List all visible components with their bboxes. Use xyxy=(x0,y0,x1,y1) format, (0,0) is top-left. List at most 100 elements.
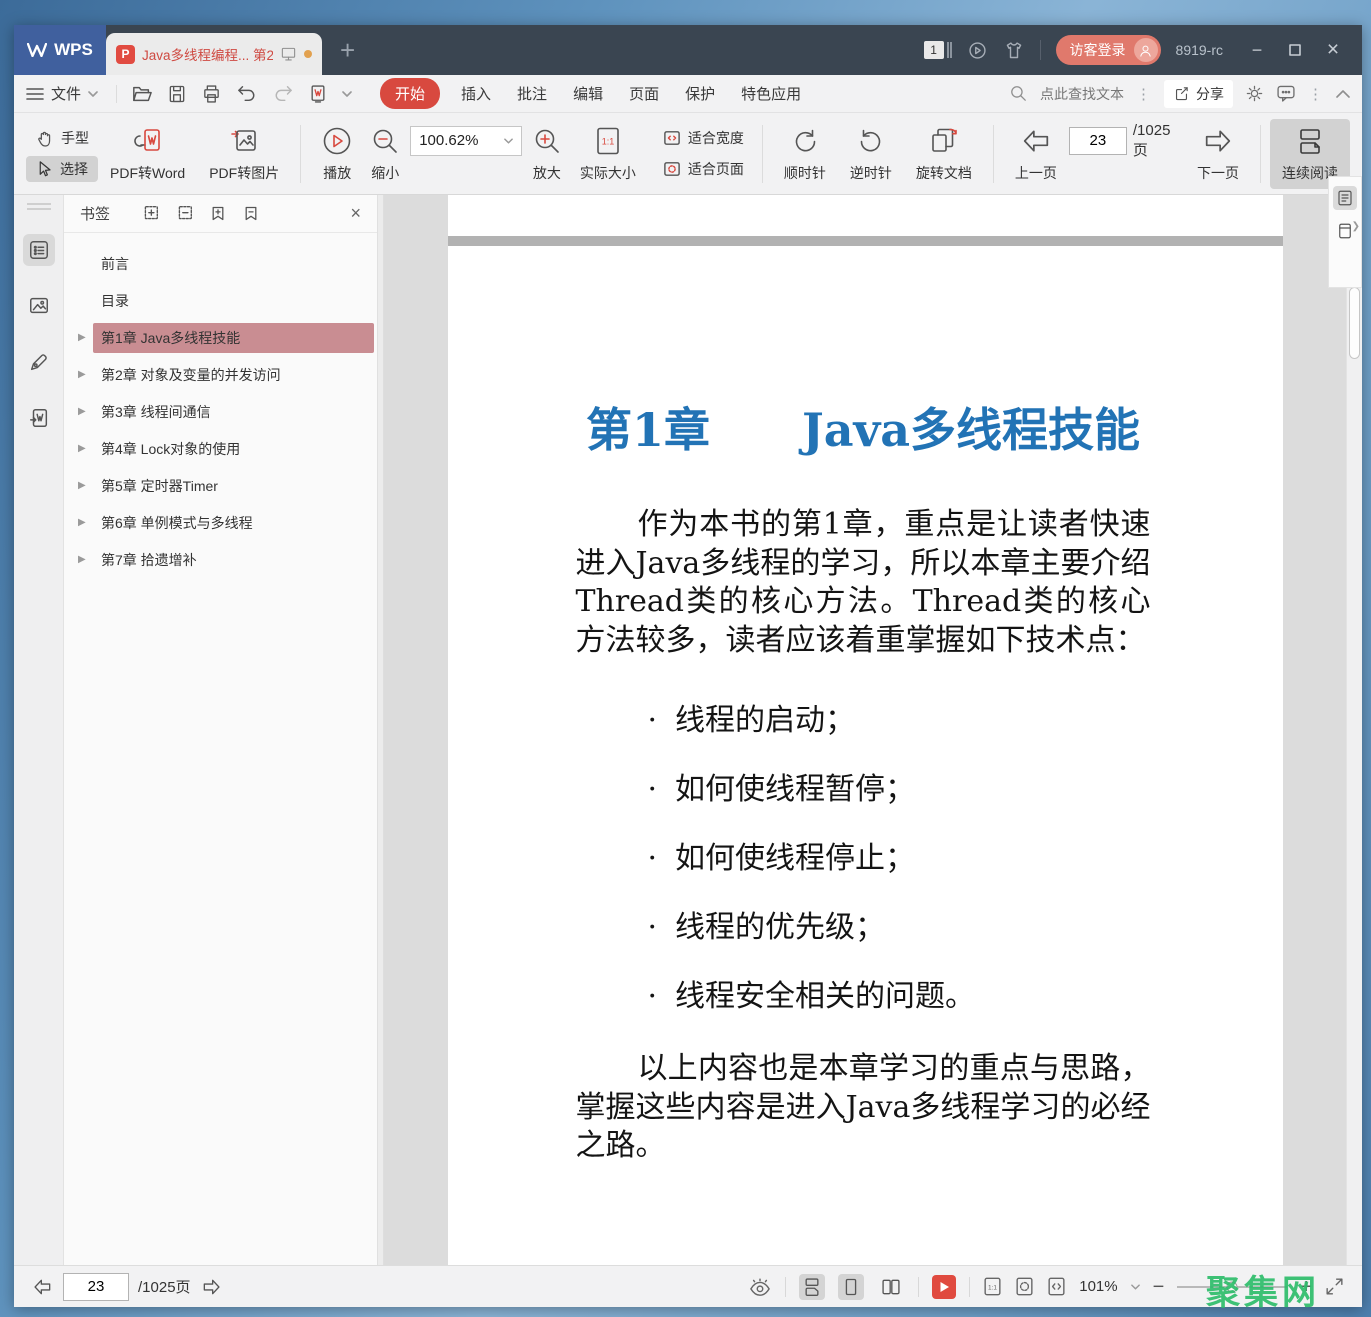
open-documents-count[interactable]: 1 xyxy=(924,41,952,59)
theme-skin-icon[interactable] xyxy=(1003,40,1025,61)
play-button[interactable]: 播放 xyxy=(310,125,364,183)
zoom-options-caret-icon[interactable] xyxy=(1131,1284,1140,1290)
statusbar-fit-width-icon[interactable] xyxy=(1047,1276,1066,1297)
statusbar-next-page-icon[interactable] xyxy=(200,1277,222,1297)
expand-arrow-icon[interactable]: ▶ xyxy=(78,480,93,491)
statusbar-zoom-value[interactable]: 101% xyxy=(1079,1278,1117,1295)
statusbar-fit-page-icon[interactable] xyxy=(1015,1276,1034,1297)
document-viewport[interactable]: 第1章 Java多线程技能 作为本书的第1章，重点是让读者快速进入Java多线程… xyxy=(384,195,1346,1265)
menu-tab[interactable]: 插入 xyxy=(461,78,491,109)
expand-arrow-icon[interactable]: ▶ xyxy=(78,369,93,380)
expand-arrow-icon[interactable]: ▶ xyxy=(78,406,93,417)
add-bookmark-icon[interactable] xyxy=(210,205,226,222)
collapse-ribbon-icon[interactable] xyxy=(1336,89,1350,98)
fit-page-button[interactable]: 适合页面 xyxy=(654,156,753,182)
maximize-button[interactable] xyxy=(1276,44,1314,56)
statusbar-play-button[interactable] xyxy=(932,1275,956,1299)
menu-tab[interactable]: 特色应用 xyxy=(741,78,801,109)
bookmarks-panel-button[interactable] xyxy=(23,234,55,266)
statusbar-actual-size-icon[interactable]: 1:1 xyxy=(983,1276,1002,1297)
redo-icon[interactable] xyxy=(272,85,294,103)
bookmark-item[interactable]: ▶ 第1章 Java多线程技能 xyxy=(64,319,377,356)
panel-expand-chevron[interactable]: ❯ xyxy=(1352,221,1360,232)
bookmark-item[interactable]: ▶ 前言 xyxy=(64,245,377,282)
vertical-scrollbar[interactable]: ▲ xyxy=(1346,195,1362,1265)
print-icon[interactable] xyxy=(201,84,222,104)
close-button[interactable]: × xyxy=(1314,38,1352,62)
statusbar-prev-page-icon[interactable] xyxy=(32,1277,54,1297)
menu-tab[interactable]: 批注 xyxy=(517,78,547,109)
file-menu[interactable]: 文件 xyxy=(26,83,98,104)
select-tool-button[interactable]: 选择 xyxy=(26,156,98,182)
rotate-document-button[interactable]: 旋转文档 xyxy=(904,125,984,183)
expand-arrow-icon[interactable]: ▶ xyxy=(78,332,93,343)
menu-tab[interactable]: 页面 xyxy=(629,78,659,109)
remove-bookmark-icon[interactable] xyxy=(243,205,259,222)
expand-arrow-icon[interactable]: ▶ xyxy=(78,517,93,528)
rotate-counterclockwise-button[interactable]: 逆时针 xyxy=(838,125,904,183)
new-tab-button[interactable]: + xyxy=(340,37,355,63)
pdf-to-image-button[interactable]: PDF转图片 xyxy=(197,125,291,183)
bookmark-item[interactable]: ▶ 第3章 线程间通信 xyxy=(64,393,377,430)
scrollbar-thumb[interactable] xyxy=(1349,287,1360,359)
expand-all-icon[interactable] xyxy=(142,205,159,222)
close-panel-icon[interactable]: × xyxy=(350,203,361,224)
export-to-word-icon[interactable] xyxy=(308,84,328,104)
feedback-comment-icon[interactable] xyxy=(1276,84,1296,103)
fit-width-button[interactable]: 适合宽度 xyxy=(654,125,753,151)
bookmark-item[interactable]: ▶ 第2章 对象及变量的并发访问 xyxy=(64,356,377,393)
open-file-icon[interactable] xyxy=(131,84,153,104)
actual-size-button[interactable]: 1:1 实际大小 xyxy=(568,125,648,183)
find-text-label[interactable]: 点此查找文本 xyxy=(1040,84,1124,104)
bookmark-item[interactable]: ▶ 第6章 单例模式与多线程 xyxy=(64,504,377,541)
share-button[interactable]: 分享 xyxy=(1164,80,1233,108)
expand-arrow-icon[interactable]: ▶ xyxy=(78,554,93,565)
fullscreen-icon[interactable] xyxy=(1325,1277,1344,1296)
menu-tab[interactable]: 保护 xyxy=(685,78,715,109)
zoom-out-button[interactable]: 缩小 xyxy=(364,125,406,183)
pdf-to-word-button[interactable]: PDF转Word xyxy=(98,125,197,183)
bookmark-item[interactable]: ▶ 第7章 拾遗增补 xyxy=(64,541,377,578)
export-word-panel-button[interactable] xyxy=(23,402,55,434)
panel-drag-handle[interactable] xyxy=(27,203,51,210)
next-page-button[interactable]: 下一页 xyxy=(1185,125,1251,183)
collapse-all-icon[interactable] xyxy=(176,205,193,222)
bookmark-item[interactable]: ▶ 第5章 定时器Timer xyxy=(64,467,377,504)
presentation-monitor-icon[interactable] xyxy=(280,47,297,62)
bookmark-item[interactable]: ▶ 目录 xyxy=(64,282,377,319)
wps-home-button[interactable]: WPS xyxy=(14,25,106,75)
statusbar-page-input[interactable] xyxy=(63,1273,129,1301)
zoom-slider[interactable] xyxy=(1177,1286,1287,1288)
undo-icon[interactable] xyxy=(236,85,258,103)
single-page-view-button[interactable] xyxy=(838,1274,864,1300)
zoom-level-combobox[interactable]: 100.62% xyxy=(410,126,522,156)
thumbnails-panel-button[interactable] xyxy=(23,290,55,322)
menu-tab[interactable]: 编辑 xyxy=(573,78,603,109)
two-page-view-button[interactable] xyxy=(877,1274,905,1300)
document-tab[interactable]: P Java多线程编程... 第2版_.pdf xyxy=(106,33,322,75)
zoom-slider-knob[interactable] xyxy=(1227,1281,1238,1292)
contents-panel-tab[interactable] xyxy=(1333,186,1357,210)
guest-login-button[interactable]: 访客登录 xyxy=(1056,35,1161,65)
continuous-view-button[interactable] xyxy=(799,1274,825,1300)
quick-access-dropdown-icon[interactable] xyxy=(342,91,352,97)
search-icon[interactable] xyxy=(1009,84,1028,103)
gear-icon[interactable] xyxy=(1245,84,1264,103)
menu-tab[interactable]: 开始 xyxy=(380,78,440,109)
zoom-increase-button[interactable]: + xyxy=(1300,1277,1312,1297)
previous-page-button[interactable]: 上一页 xyxy=(1003,125,1069,183)
rotate-clockwise-button[interactable]: 顺时针 xyxy=(772,125,838,183)
page-number-input[interactable] xyxy=(1069,127,1127,155)
zoom-in-button[interactable]: 放大 xyxy=(526,125,568,183)
minimize-button[interactable]: − xyxy=(1238,40,1276,61)
bookmark-item[interactable]: ▶ 第4章 Lock对象的使用 xyxy=(64,430,377,467)
expand-arrow-icon[interactable]: ▶ xyxy=(78,443,93,454)
record-icon[interactable] xyxy=(967,40,988,61)
annotation-panel-button[interactable] xyxy=(23,346,55,378)
eye-protection-icon[interactable] xyxy=(748,1277,772,1297)
hand-tool-button[interactable]: 手型 xyxy=(26,125,98,151)
save-icon[interactable] xyxy=(167,84,187,104)
search-more-icon[interactable]: ⋮ xyxy=(1136,85,1152,103)
more-tools-icon[interactable]: ⋮ xyxy=(1308,85,1324,103)
zoom-decrease-button[interactable]: − xyxy=(1153,1277,1165,1297)
